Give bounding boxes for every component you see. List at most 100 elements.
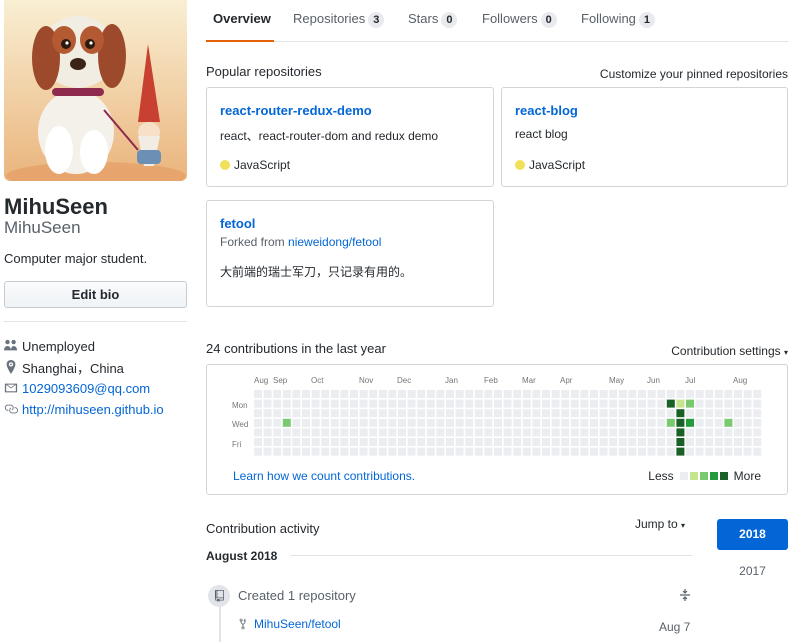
contribution-day-cell[interactable] bbox=[561, 409, 570, 418]
contribution-day-cell[interactable] bbox=[609, 418, 618, 427]
contribution-day-cell[interactable] bbox=[263, 409, 272, 418]
contribution-day-cell[interactable] bbox=[398, 428, 406, 437]
contribution-day-cell[interactable] bbox=[484, 409, 493, 418]
contribution-day-cell[interactable] bbox=[359, 428, 368, 437]
pinned-repo-name[interactable]: fetool bbox=[220, 216, 255, 231]
vcard-website[interactable]: http://mihuseen.github.io bbox=[4, 400, 164, 418]
contribution-day-cell[interactable] bbox=[590, 447, 598, 456]
contribution-day-cell[interactable] bbox=[666, 418, 675, 427]
contribution-day-cell[interactable] bbox=[551, 399, 560, 408]
contribution-day-cell[interactable] bbox=[292, 418, 301, 427]
contribution-day-cell[interactable] bbox=[686, 418, 694, 427]
contribution-day-cell[interactable] bbox=[465, 390, 474, 398]
contribution-day-cell[interactable] bbox=[330, 438, 339, 446]
contribution-day-cell[interactable] bbox=[263, 428, 272, 437]
contribution-day-cell[interactable] bbox=[292, 399, 301, 408]
contribution-day-cell[interactable] bbox=[657, 438, 666, 446]
contribution-day-cell[interactable] bbox=[407, 409, 416, 418]
contribution-day-cell[interactable] bbox=[292, 390, 301, 398]
contribution-day-cell[interactable] bbox=[474, 390, 483, 398]
contribution-day-cell[interactable] bbox=[724, 418, 733, 427]
contribution-day-cell[interactable] bbox=[513, 438, 522, 446]
contribution-day-cell[interactable] bbox=[378, 409, 387, 418]
jump-to-dropdown[interactable]: Jump to ▾ bbox=[635, 517, 685, 531]
contribution-day-cell[interactable] bbox=[657, 399, 666, 408]
contribution-day-cell[interactable] bbox=[388, 447, 397, 456]
contribution-day-cell[interactable] bbox=[599, 438, 608, 446]
contribution-day-cell[interactable] bbox=[378, 418, 387, 427]
contribution-day-cell[interactable] bbox=[378, 399, 387, 408]
contribution-day-cell[interactable] bbox=[743, 409, 752, 418]
contribution-day-cell[interactable] bbox=[705, 418, 714, 427]
contribution-day-cell[interactable] bbox=[282, 399, 291, 408]
contribution-day-cell[interactable] bbox=[618, 438, 627, 446]
learn-contributions-link[interactable]: Learn how we count contributions. bbox=[233, 469, 415, 483]
contribution-day-cell[interactable] bbox=[590, 409, 598, 418]
contribution-day-cell[interactable] bbox=[695, 399, 704, 408]
contribution-day-cell[interactable] bbox=[503, 418, 512, 427]
contribution-day-cell[interactable] bbox=[647, 438, 656, 446]
contribution-day-cell[interactable] bbox=[705, 399, 714, 408]
contribution-day-cell[interactable] bbox=[340, 418, 349, 427]
contribution-day-cell[interactable] bbox=[359, 409, 368, 418]
contribution-day-cell[interactable] bbox=[580, 409, 589, 418]
contribution-day-cell[interactable] bbox=[254, 399, 262, 408]
contribution-day-cell[interactable] bbox=[311, 409, 320, 418]
contribution-day-cell[interactable] bbox=[350, 438, 358, 446]
contribution-day-cell[interactable] bbox=[714, 409, 723, 418]
contribution-day-cell[interactable] bbox=[369, 447, 378, 456]
contribution-day-cell[interactable] bbox=[532, 438, 541, 446]
contribution-day-cell[interactable] bbox=[273, 447, 282, 456]
contribution-day-cell[interactable] bbox=[599, 409, 608, 418]
contribution-day-cell[interactable] bbox=[388, 438, 397, 446]
contribution-day-cell[interactable] bbox=[628, 399, 637, 408]
contribution-day-cell[interactable] bbox=[743, 428, 752, 437]
contribution-day-cell[interactable] bbox=[542, 418, 550, 427]
contribution-day-cell[interactable] bbox=[494, 409, 502, 418]
contribution-day-cell[interactable] bbox=[378, 390, 387, 398]
contribution-day-cell[interactable] bbox=[666, 447, 675, 456]
contribution-day-cell[interactable] bbox=[551, 447, 560, 456]
contribution-day-cell[interactable] bbox=[446, 390, 454, 398]
contribution-day-cell[interactable] bbox=[321, 428, 330, 437]
contribution-day-cell[interactable] bbox=[282, 447, 291, 456]
contribution-day-cell[interactable] bbox=[628, 390, 637, 398]
contribution-day-cell[interactable] bbox=[686, 390, 694, 398]
contribution-day-cell[interactable] bbox=[647, 447, 656, 456]
edit-bio-button[interactable]: Edit bio bbox=[4, 281, 187, 308]
contribution-day-cell[interactable] bbox=[340, 390, 349, 398]
contribution-day-cell[interactable] bbox=[417, 399, 426, 408]
contribution-day-cell[interactable] bbox=[513, 399, 522, 408]
contribution-day-cell[interactable] bbox=[340, 447, 349, 456]
vcard-email-link[interactable]: 1029093609@qq.com bbox=[22, 381, 150, 396]
contribution-day-cell[interactable] bbox=[609, 390, 618, 398]
contribution-day-cell[interactable] bbox=[753, 399, 762, 408]
contribution-day-cell[interactable] bbox=[282, 418, 291, 427]
contribution-day-cell[interactable] bbox=[666, 390, 675, 398]
contribution-day-cell[interactable] bbox=[570, 409, 579, 418]
contribution-day-cell[interactable] bbox=[753, 390, 762, 398]
contribution-day-cell[interactable] bbox=[532, 447, 541, 456]
contribution-day-cell[interactable] bbox=[743, 418, 752, 427]
contribution-day-cell[interactable] bbox=[590, 390, 598, 398]
contribution-day-cell[interactable] bbox=[407, 418, 416, 427]
contribution-day-cell[interactable] bbox=[484, 428, 493, 437]
contribution-day-cell[interactable] bbox=[609, 409, 618, 418]
contribution-day-cell[interactable] bbox=[417, 447, 426, 456]
contribution-day-cell[interactable] bbox=[474, 418, 483, 427]
contribution-day-cell[interactable] bbox=[446, 438, 454, 446]
contribution-day-cell[interactable] bbox=[561, 418, 570, 427]
contribution-day-cell[interactable] bbox=[340, 399, 349, 408]
contribution-day-cell[interactable] bbox=[436, 428, 445, 437]
contribution-day-cell[interactable] bbox=[359, 390, 368, 398]
contribution-day-cell[interactable] bbox=[638, 399, 646, 408]
pinned-repo-name[interactable]: react-blog bbox=[515, 103, 578, 118]
contribution-day-cell[interactable] bbox=[369, 428, 378, 437]
contribution-day-cell[interactable] bbox=[302, 447, 310, 456]
contribution-day-cell[interactable] bbox=[638, 447, 646, 456]
contribution-day-cell[interactable] bbox=[417, 438, 426, 446]
contribution-day-cell[interactable] bbox=[666, 438, 675, 446]
contribution-day-cell[interactable] bbox=[350, 418, 358, 427]
contribution-day-cell[interactable] bbox=[618, 409, 627, 418]
contribution-day-cell[interactable] bbox=[628, 447, 637, 456]
